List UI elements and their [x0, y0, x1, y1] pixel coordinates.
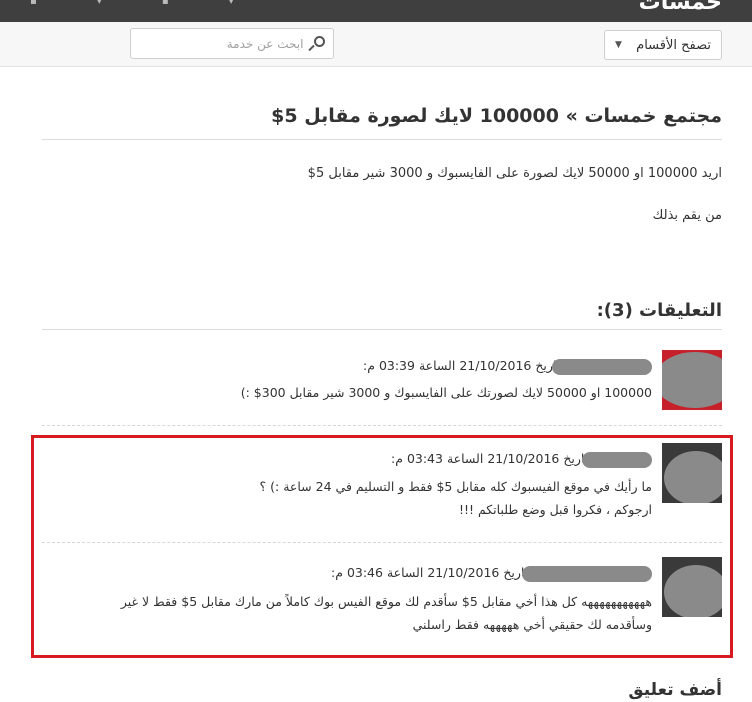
divider [42, 425, 722, 426]
post-text: من يقم بذلك [652, 208, 722, 223]
browse-categories-button[interactable]: تصفح الأقسام ▼ [604, 30, 722, 60]
search-bar: تصفح الأقسام ▼ [0, 22, 752, 67]
comment-item: بتاريخ 21/10/2016 الساعة 03:39 م: 100000… [42, 350, 722, 412]
browse-categories-label: تصفح الأقسام [636, 37, 711, 53]
nav-icon[interactable]: ▪ [162, 0, 169, 7]
username-redaction[interactable] [552, 358, 652, 375]
nav-icon[interactable]: ▾ [97, 0, 102, 7]
search-box[interactable] [130, 28, 334, 59]
avatar-redaction [662, 352, 722, 408]
site-logo[interactable]: خمسات [639, 0, 722, 15]
search-icon[interactable] [307, 34, 327, 54]
nav-icon[interactable]: ▪ [30, 0, 37, 7]
top-nav-icons: ▾ ▪ ▾ ▪ [30, 0, 234, 7]
post-text: اريد 100000 او 50000 لايك لصورة على الفا… [307, 166, 722, 181]
highlight-annotation [31, 435, 733, 658]
avatar[interactable] [662, 350, 722, 410]
comment-date: بتاريخ 21/10/2016 الساعة 03:39 م: [363, 358, 564, 373]
top-navbar: خمسات ▾ ▪ ▾ ▪ [0, 0, 752, 22]
add-comment-heading: أضف تعليق [628, 680, 722, 700]
divider [42, 139, 722, 140]
page-title: مجتمع خمسات » 100000 لايك لصورة مقابل 5$ [271, 105, 722, 127]
comment-text: 100000 او 50000 لايك لصورتك على الفايسبو… [240, 385, 652, 400]
search-input[interactable] [137, 36, 304, 51]
divider [42, 329, 722, 330]
comments-heading: التعليقات (3): [596, 300, 722, 321]
comment-meta: بتاريخ 21/10/2016 الساعة 03:39 م: [363, 358, 652, 375]
chevron-down-icon: ▼ [615, 40, 622, 50]
nav-icon[interactable]: ▾ [229, 0, 234, 7]
